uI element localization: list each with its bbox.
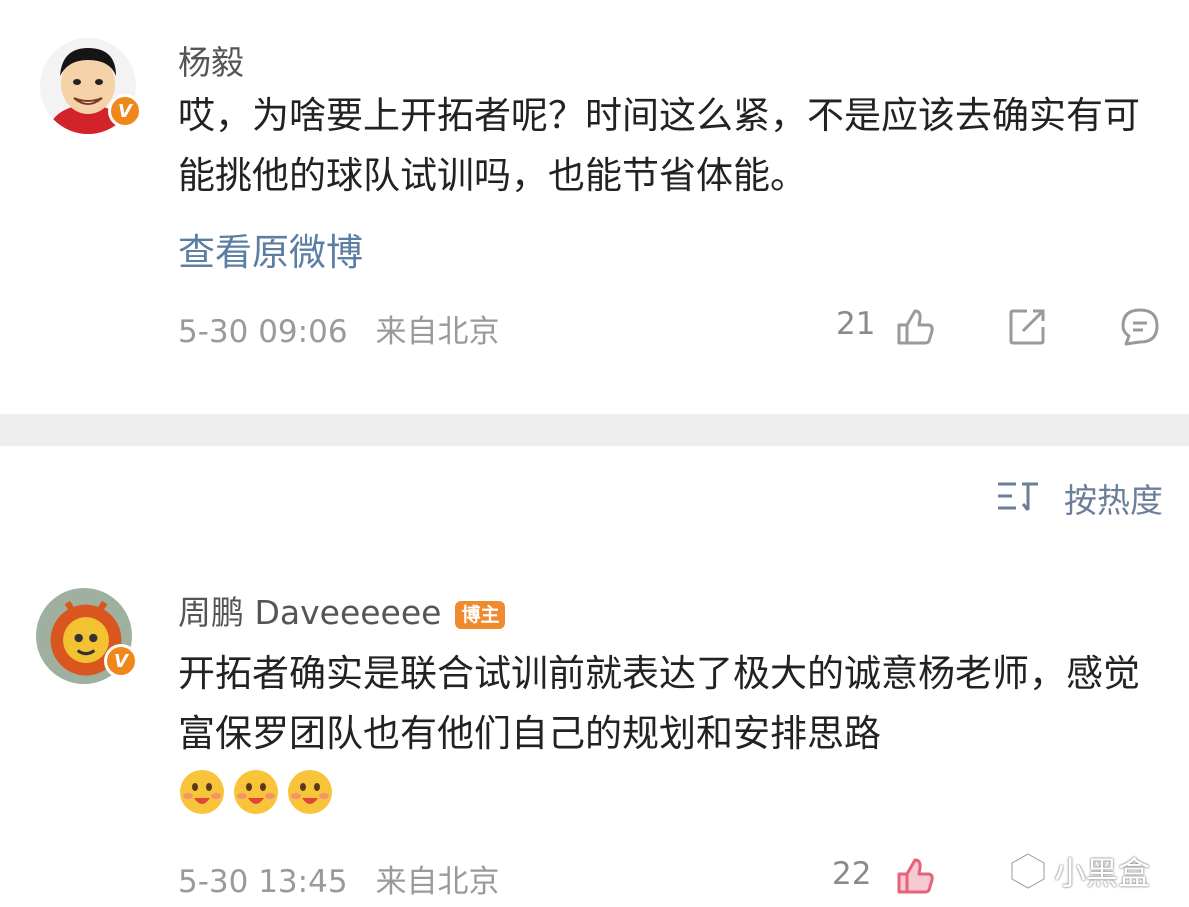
- comment-text: 哎，为啥要上开拓者呢？时间这么紧，不是应该去确实有可能挑他的球队试训吗，也能节省…: [178, 94, 1140, 197]
- emoji-row: [178, 768, 334, 816]
- avatar[interactable]: V: [40, 38, 142, 134]
- watermark-text: 小黑盒: [1054, 854, 1151, 892]
- view-original-link[interactable]: 查看原微博: [178, 222, 363, 276]
- sort-icon[interactable]: [996, 476, 1040, 516]
- username[interactable]: 周鹏 Daveeeeee 博主: [178, 586, 506, 634]
- username[interactable]: 杨毅: [178, 36, 244, 84]
- sort-by-hot-button[interactable]: 按热度: [1064, 474, 1163, 522]
- comment-card: V 杨毅 哎，为啥要上开拓者呢？时间这么紧，不是应该去确实有可能挑他的球队试训吗…: [0, 0, 1189, 414]
- author-badge: 博主: [455, 600, 506, 629]
- grin-emoji-icon: [180, 770, 224, 814]
- comment-meta: 5-30 09:06 来自北京: [178, 306, 500, 351]
- watermark: 小黑盒: [1008, 848, 1150, 894]
- share-icon[interactable]: [1005, 305, 1049, 349]
- comment-text: 开拓者确实是联合试训前就表达了极大的诚意杨老师，感觉富保罗团队也有他们自己的规划…: [178, 652, 1140, 755]
- grin-emoji-icon: [288, 770, 332, 814]
- section-divider: [0, 414, 1189, 446]
- comment-icon[interactable]: [1118, 305, 1162, 349]
- watermark-logo-icon: [1010, 852, 1046, 890]
- thumbs-up-icon[interactable]: [893, 305, 937, 349]
- verified-badge: V: [108, 94, 142, 128]
- location: 来自北京: [375, 864, 500, 900]
- grin-emoji-icon: [234, 770, 278, 814]
- timestamp: 5-30 09:06: [178, 314, 348, 350]
- verified-badge: V: [104, 644, 138, 678]
- comment-meta: 5-30 13:45 来自北京: [178, 856, 500, 901]
- avatar[interactable]: V: [36, 588, 138, 684]
- thumbs-up-icon[interactable]: [893, 854, 937, 898]
- timestamp: 5-30 13:45: [178, 864, 348, 900]
- location: 来自北京: [375, 314, 500, 350]
- like-count: 21: [836, 306, 876, 342]
- sort-bar: 按热度: [0, 446, 1189, 556]
- like-count: 22: [832, 856, 872, 892]
- username-text[interactable]: 周鹏 Daveeeeee: [178, 593, 441, 632]
